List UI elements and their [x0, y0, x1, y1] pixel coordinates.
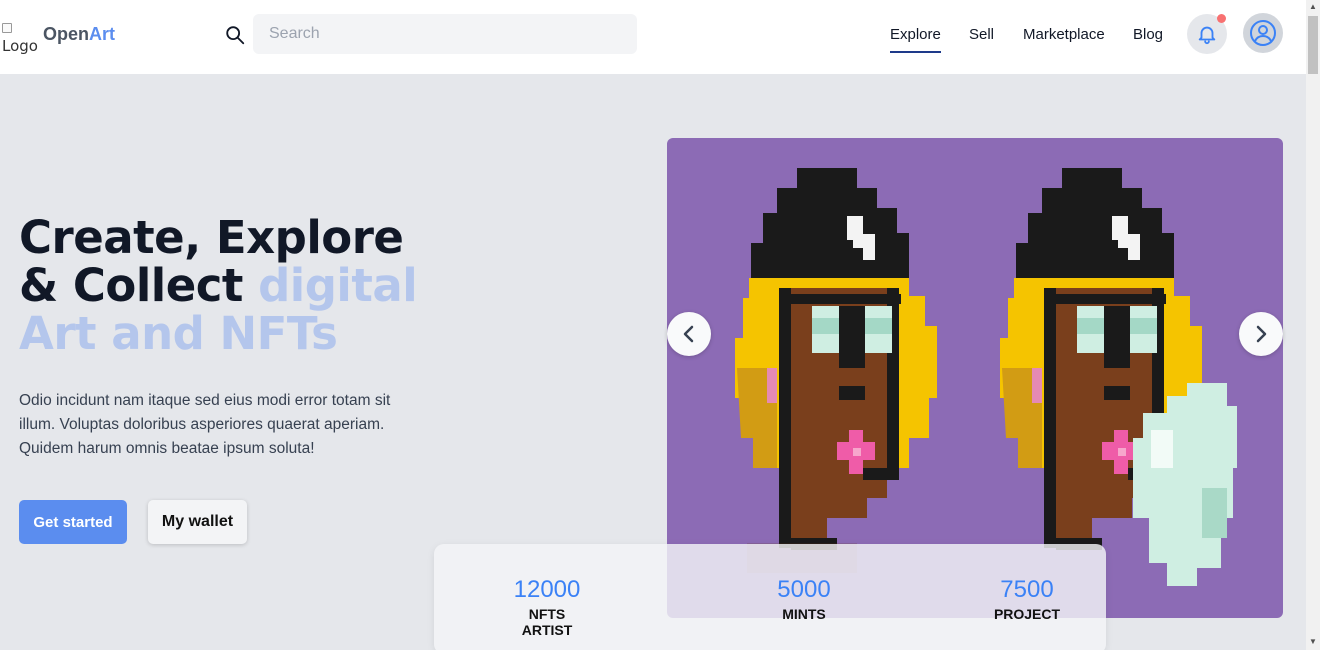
stat-value: 12000 [513, 576, 581, 603]
hero-description: Odio incidunt nam itaque sed eius modi e… [19, 392, 391, 457]
nav-sell[interactable]: Sell [969, 26, 994, 43]
top-navbar: Logo OpenArt Explore Sell Marketplace Bl… [0, 0, 1306, 74]
nav-blog[interactable]: Blog [1133, 26, 1163, 43]
stats-panel: 12000 NFTS ARTIST 5000 MINTS 7500 PROJEC… [434, 544, 1106, 650]
carousel-next-button[interactable] [1239, 312, 1283, 356]
carousel-prev-button[interactable] [667, 312, 711, 356]
search-icon[interactable] [224, 24, 246, 46]
brand-name-part2: Art [89, 24, 116, 44]
stat-value: 5000 [777, 576, 831, 603]
stat-project: 7500 PROJECT [987, 576, 1067, 622]
stat-label: NFTS ARTIST [521, 606, 573, 638]
stat-nfts-artist: 12000 NFTS ARTIST [504, 576, 590, 638]
search-input[interactable] [253, 14, 637, 54]
brand-name-part1: Open [43, 24, 90, 44]
scroll-up-arrow-icon[interactable]: ▲ [1309, 3, 1317, 11]
chevron-left-icon [683, 325, 694, 343]
broken-image-icon [2, 23, 12, 33]
scroll-down-arrow-icon[interactable]: ▼ [1309, 638, 1317, 646]
user-circle-icon [1250, 20, 1276, 46]
logo-image[interactable]: Logo [2, 18, 40, 58]
pixel-punk-art [735, 168, 937, 550]
chevron-right-icon [1256, 325, 1267, 343]
stat-mints: 5000 MINTS [764, 576, 844, 622]
stat-value: 7500 [1000, 576, 1054, 603]
notification-badge [1217, 14, 1226, 23]
nav-marketplace[interactable]: Marketplace [1023, 26, 1105, 43]
bell-icon [1198, 26, 1216, 45]
page-scrollbar[interactable]: ▲ ▼ [1306, 0, 1320, 650]
scrollbar-thumb[interactable] [1308, 16, 1318, 74]
my-wallet-button[interactable]: My wallet [148, 500, 247, 544]
profile-button[interactable] [1243, 13, 1283, 53]
nav-explore[interactable]: Explore [890, 26, 941, 53]
brand-name[interactable]: OpenArt [43, 24, 115, 45]
stat-label: MINTS [782, 606, 826, 622]
get-started-button[interactable]: Get started [19, 500, 127, 544]
hero-title: Create, Explore & Collect digital Art an… [19, 214, 439, 358]
logo-alt-text: Logo [2, 37, 38, 55]
stat-label: PROJECT [993, 606, 1061, 622]
